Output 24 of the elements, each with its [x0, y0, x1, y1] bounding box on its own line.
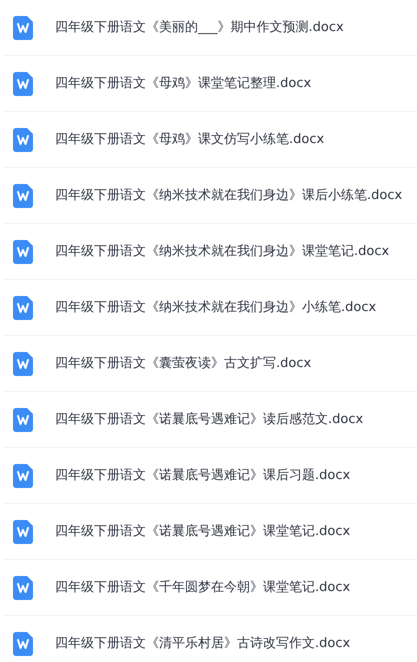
word-document-icon: [13, 520, 33, 544]
file-name[interactable]: 四年级下册语文《母鸡》课文仿写小练笔.docx: [55, 130, 324, 150]
file-name[interactable]: 四年级下册语文《母鸡》课堂笔记整理.docx: [55, 74, 312, 94]
word-document-icon: [13, 464, 33, 488]
file-name[interactable]: 四年级下册语文《诺曩底号遇难记》课堂笔记.docx: [55, 522, 350, 542]
file-name[interactable]: 四年级下册语文《纳米技术就在我们身边》课后小练笔.docx: [55, 186, 402, 206]
word-document-icon: [13, 352, 33, 376]
word-document-icon: [13, 72, 33, 96]
file-name[interactable]: 四年级下册语文《纳米技术就在我们身边》课堂笔记.docx: [55, 242, 390, 262]
file-name[interactable]: 四年级下册语文《诺曩底号遇难记》课后习题.docx: [55, 466, 350, 486]
word-document-icon: [13, 408, 33, 432]
word-document-icon: [13, 128, 33, 152]
word-document-icon: [13, 184, 33, 208]
word-document-icon: [13, 240, 33, 264]
word-document-icon: [13, 296, 33, 320]
file-name[interactable]: 四年级下册语文《囊萤夜读》古文扩写.docx: [55, 354, 312, 374]
word-document-icon: [13, 16, 33, 40]
file-name[interactable]: 四年级下册语文《诺曩底号遇难记》读后感范文.docx: [55, 410, 364, 430]
file-name[interactable]: 四年级下册语文《美丽的___》期中作文预测.docx: [55, 18, 344, 38]
file-name[interactable]: 四年级下册语文《纳米技术就在我们身边》小练笔.docx: [55, 298, 376, 318]
word-document-icon: [13, 632, 33, 656]
file-name[interactable]: 四年级下册语文《清平乐村居》古诗改写作文.docx: [55, 634, 350, 654]
word-document-icon: [13, 576, 33, 600]
file-name[interactable]: 四年级下册语文《千年圆梦在今朝》课堂笔记.docx: [55, 578, 350, 598]
